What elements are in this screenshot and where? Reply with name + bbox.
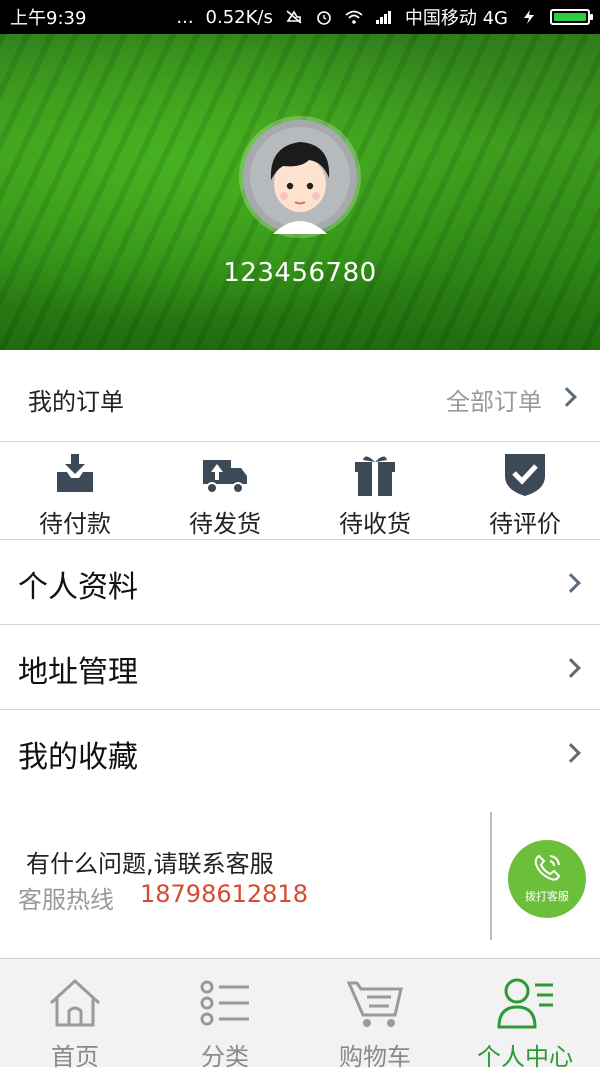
chevron-right-icon — [561, 573, 581, 593]
cart-icon — [346, 981, 403, 1027]
network-speed: 0.52K/s — [205, 6, 273, 28]
menu-item-label: 我的收藏 — [18, 740, 138, 775]
gift-box-icon — [355, 456, 395, 496]
contact-question: 有什么问题,请联系客服 — [26, 850, 274, 878]
status-label: 待发货 — [189, 510, 261, 538]
carrier: 中国移动 4G — [404, 8, 508, 29]
status-bar: 上午9:39 ... 0.52K/s 中国移动 4G — [0, 0, 600, 34]
my-orders-title: 我的订单 — [28, 388, 124, 416]
menu-item-address[interactable]: 地址管理 — [0, 625, 600, 710]
truck-icon — [203, 460, 247, 494]
call-service-button[interactable]: 拨打客服 — [508, 840, 586, 918]
tab-cart[interactable]: 购物车 — [300, 959, 450, 1071]
mute-icon — [286, 10, 302, 24]
menu-item-label: 个人资料 — [18, 570, 138, 605]
wifi-icon — [345, 10, 363, 24]
battery-icon — [550, 9, 593, 25]
status-pending-review[interactable]: 待评价 — [450, 442, 600, 539]
menu-item-label: 地址管理 — [18, 655, 138, 690]
my-orders-row[interactable]: 我的订单 全部订单 — [0, 352, 600, 442]
cartoon-avatar-icon — [243, 120, 357, 234]
download-tray-icon — [57, 454, 93, 492]
status-label: 待评价 — [489, 510, 561, 538]
divider — [490, 812, 492, 940]
home-icon — [49, 978, 101, 1027]
order-status-row: 待付款 待发货 待收货 待评价 — [0, 442, 600, 540]
customer-service-section: 有什么问题,请联系客服 客服热线 18798612818 拨打客服 — [0, 794, 600, 958]
status-pending-receipt[interactable]: 待收货 — [300, 442, 450, 539]
charging-icon — [524, 10, 534, 24]
menu-item-profile[interactable]: 个人资料 — [0, 540, 600, 625]
tab-category[interactable]: 分类 — [150, 959, 300, 1071]
signal-icon — [375, 11, 391, 24]
hotline-number[interactable]: 18798612818 — [140, 880, 308, 908]
status-label: 待收货 — [339, 510, 411, 538]
profile-header: 123456780 — [0, 34, 600, 350]
avatar[interactable] — [243, 120, 357, 234]
status-pending-shipment[interactable]: 待发货 — [150, 442, 300, 539]
user-id: 123456780 — [223, 258, 377, 288]
chevron-right-icon — [561, 658, 581, 678]
tab-profile[interactable]: 个人中心 — [450, 959, 600, 1071]
status-dots: ... — [176, 6, 194, 28]
status-time: 上午9:39 — [10, 8, 87, 29]
hotline-label: 客服热线 — [18, 886, 114, 914]
status-pending-payment[interactable]: 待付款 — [0, 442, 150, 539]
chevron-right-icon — [557, 387, 577, 407]
bottom-tab-bar: 首页 分类 购物车 个人中心 — [0, 958, 600, 1071]
shield-check-icon — [505, 454, 545, 496]
tab-home[interactable]: 首页 — [0, 959, 150, 1071]
all-orders-link[interactable]: 全部订单 — [446, 382, 542, 417]
menu-item-favorites[interactable]: 我的收藏 — [0, 710, 600, 795]
user-icon — [497, 978, 553, 1029]
phone-icon — [534, 854, 561, 881]
call-button-label: 拨打客服 — [525, 890, 569, 903]
chevron-right-icon — [561, 743, 581, 763]
alarm-icon — [317, 11, 331, 25]
list-icon — [200, 980, 249, 1026]
status-label: 待付款 — [39, 510, 111, 538]
